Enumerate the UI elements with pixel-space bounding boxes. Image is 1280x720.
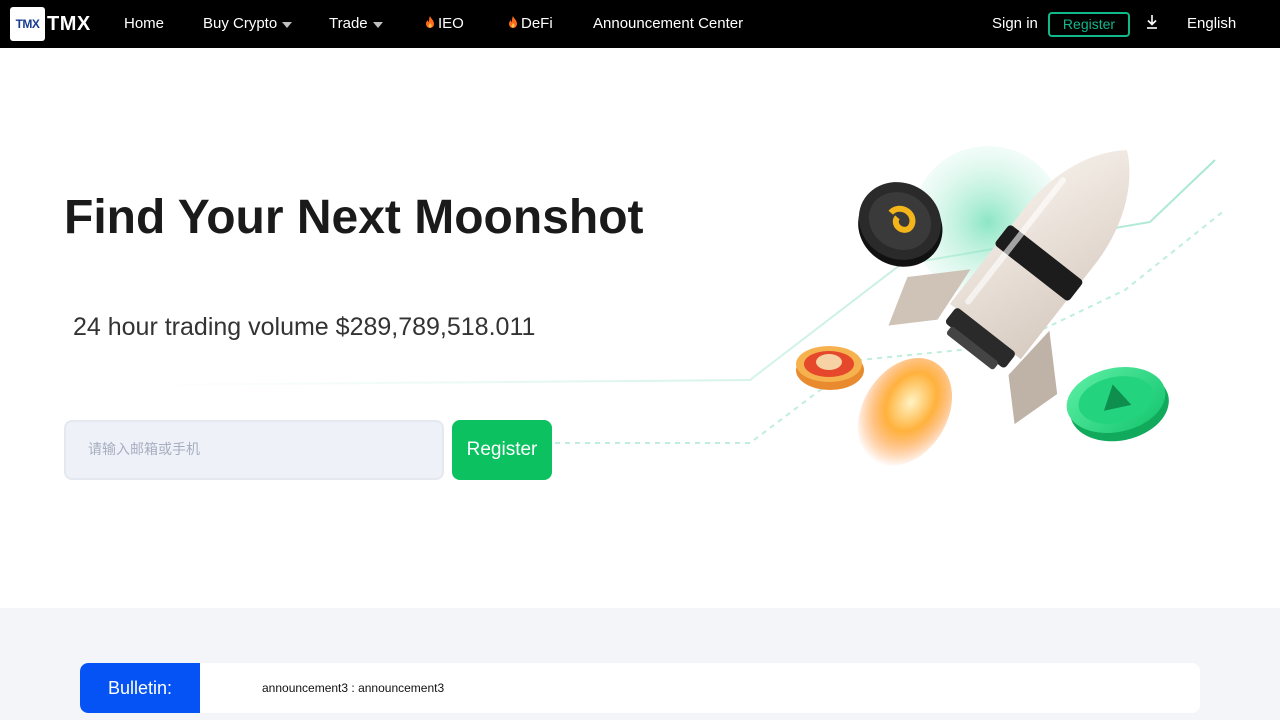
nav-defi[interactable]: DeFi: [508, 0, 553, 48]
nav-home-label: Home: [124, 15, 165, 32]
nav-defi-label: DeFi: [521, 15, 553, 32]
logo[interactable]: TMX TMX: [10, 7, 91, 41]
nav-buy-crypto[interactable]: Buy Crypto: [203, 0, 293, 48]
language-label: English: [1187, 15, 1237, 32]
flame-icon: [426, 15, 434, 28]
sign-in-label: Sign in: [992, 15, 1038, 32]
nav-announcement-center[interactable]: Announcement Center: [593, 0, 743, 48]
nav-buy-crypto-label: Buy Crypto: [203, 15, 278, 32]
flame-icon: [509, 15, 517, 28]
sign-in-link[interactable]: Sign in: [992, 0, 1038, 48]
nav-trade[interactable]: Trade: [329, 0, 383, 48]
nav-trade-label: Trade: [329, 15, 368, 32]
bulletin-bar: Bulletin: announcement3 : announcement3: [80, 663, 1200, 713]
chevron-down-icon: [282, 22, 293, 29]
language-selector[interactable]: English: [1187, 0, 1236, 48]
bulletin-label: Bulletin:: [80, 663, 200, 713]
logo-text: TMX: [47, 12, 91, 35]
logo-mark-text: TMX: [15, 17, 40, 31]
nav-ieo-label: IEO: [438, 15, 464, 32]
email-phone-input[interactable]: [64, 420, 444, 480]
nav-announcement-center-label: Announcement Center: [593, 15, 744, 32]
logo-mark: TMX: [10, 7, 45, 41]
hero-title: Find Your Next Moonshot: [64, 191, 644, 244]
top-navbar: TMX TMX Home Buy Crypto Trade IEO DeFi A…: [0, 0, 1280, 48]
download-icon[interactable]: [1144, 14, 1160, 30]
chevron-down-icon: [372, 22, 383, 29]
nav-register-button[interactable]: Register: [1048, 12, 1130, 37]
nav-home[interactable]: Home: [124, 0, 164, 48]
nav-ieo[interactable]: IEO: [425, 0, 464, 48]
bulletin-announcement[interactable]: announcement3 : announcement3: [262, 663, 444, 713]
hero-register-button[interactable]: Register: [452, 420, 552, 480]
trading-volume: 24 hour trading volume $289,789,518.011: [73, 313, 536, 341]
